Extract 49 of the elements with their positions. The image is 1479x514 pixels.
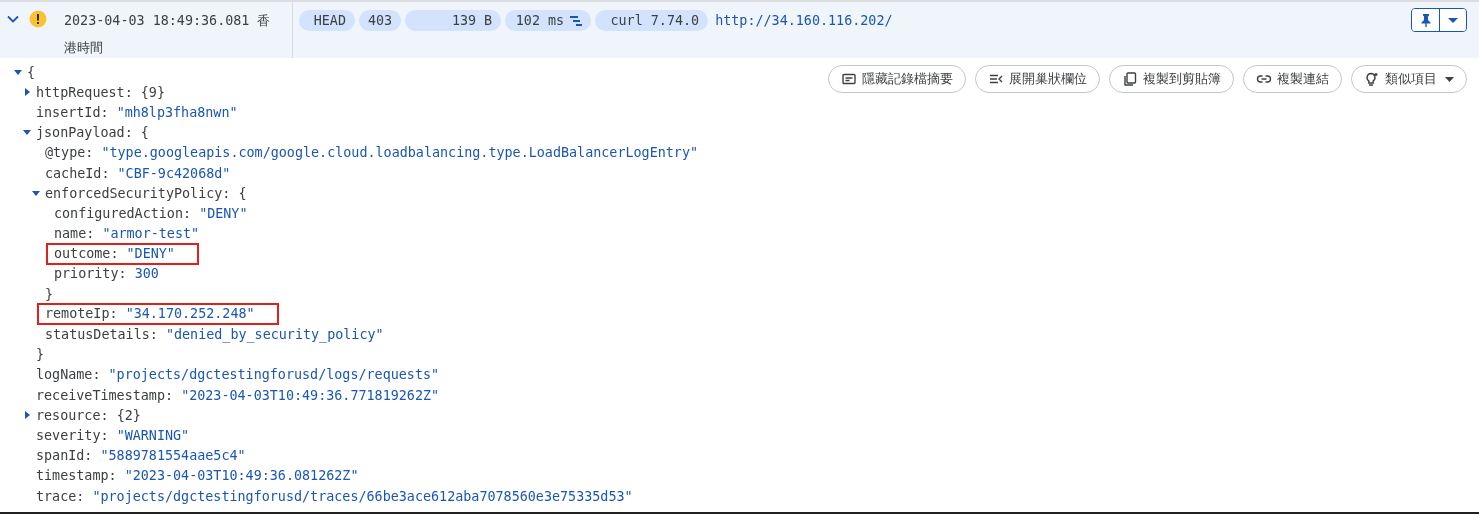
action-button[interactable]: 隱藏記錄檔摘要 [828,65,966,93]
field-line: trace: "projects/dgctestingforusd/traces/66be3ace612aba7078560e3e75335d53" [36,488,633,504]
action-button[interactable]: 類似項目 [1351,65,1467,93]
field-line: enforcedSecurityPolicy: { [45,185,247,201]
action-button[interactable]: 複製到剪貼簿 [1109,65,1234,93]
field-line: configuredAction: "DENY" [54,205,248,221]
caret-down-icon [14,69,22,75]
field-line: receiveTimestamp: "2023-04-03T10:49:36.771819262Z" [36,387,440,403]
waterfall-icon [570,15,583,26]
summary-chip: HEAD [299,10,355,31]
caret-down-icon [1445,76,1454,82]
caret-down-icon [1448,17,1458,23]
field-line: httpRequest: {9} [36,84,165,100]
pin-icon [1420,13,1431,27]
lightbulb-icon [1364,71,1380,87]
caret-down-icon [32,190,40,196]
field-line: priority: 300 [54,266,159,282]
closing-brace: } [45,286,54,302]
summary-chip: curl 7.74.0 [595,10,709,31]
expand-toggle[interactable] [22,86,32,99]
copy-icon [1122,71,1138,87]
field-line: name: "armor-test" [54,226,200,242]
pin-menu-button[interactable] [1439,9,1466,31]
field-line: { [27,64,36,80]
field-line: logName: "projects/dgctestingforusd/logs/requests" [36,367,440,383]
highlighted-field: remoteIp: "34.170.252.248" [37,303,279,326]
field-line: severity: "WARNING" [36,427,190,443]
caret-right-icon [24,88,30,97]
closing-brace: } [36,347,45,363]
field-line: insertId: "mh8lp3fha8nwn" [36,104,238,120]
request-url[interactable]: http://34.160.116.202/ [715,10,893,31]
action-button[interactable]: 展開巢狀欄位 [975,65,1100,93]
summary-chip: 403 [359,10,402,31]
field-line: jsonPayload: { [36,125,149,141]
field-line: statusDetails: "denied_by_security_policy" [45,327,384,343]
caret-right-icon [24,411,30,420]
summary-chip: 102 ms [505,10,592,31]
field-line: spanId: "5889781554aae5c4" [36,448,246,464]
log-timestamp: 2023-04-03 18:49:36.081 香港時間 [64,12,272,57]
field-line: cacheId: "CBF-9c42068d" [45,165,231,181]
highlighted-field: outcome: "DENY" [46,242,199,265]
expand-toggle[interactable] [22,409,32,422]
caret-down-icon [23,130,31,136]
summary-icon [841,71,857,87]
summary-chip: 139 B [405,10,502,31]
field-line: @type: "type.googleapis.com/google.cloud.loadbalancing.type.LoadBalancerLogEntry" [45,145,698,161]
field-line: resource: {2} [36,407,141,423]
field-line: timestamp: "2023-04-03T10:49:36.081262Z" [36,468,359,484]
action-button[interactable]: 複製連結 [1243,65,1342,93]
